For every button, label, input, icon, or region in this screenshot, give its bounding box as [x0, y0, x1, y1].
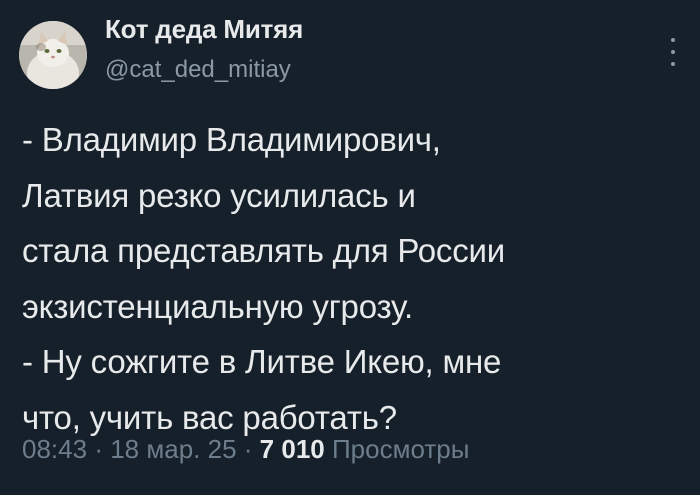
- avatar[interactable]: [19, 21, 87, 89]
- tweet-text: - Владимир Владимирович, Латвия резко ус…: [22, 112, 682, 446]
- cat-avatar-image: [19, 21, 87, 89]
- dot: [671, 62, 675, 66]
- author-handle[interactable]: @cat_ded_mitiay: [105, 56, 291, 84]
- tweet-text-line: экзистенциальную угрозу.: [22, 287, 414, 325]
- tweet-text-line: - Владимир Владимирович,: [22, 121, 441, 158]
- meta-separator: ·: [243, 434, 253, 464]
- tweet-text-line: - Ну сожгите в Литве Икею, мне: [22, 343, 502, 381]
- dot: [671, 50, 675, 54]
- tweet-text-line: Латвия резко усилилась и: [22, 176, 416, 214]
- tweet-meta: 08:43 · 18 мар. 25 · 7 010 Просмотры: [22, 434, 469, 465]
- tweet-date[interactable]: 18 мар. 25: [110, 434, 236, 464]
- views-label[interactable]: Просмотры: [332, 434, 469, 464]
- views-count[interactable]: 7 010: [260, 434, 325, 464]
- meta-separator: ·: [94, 434, 103, 464]
- tweet-time[interactable]: 08:43: [22, 434, 87, 464]
- more-vertical-icon[interactable]: [666, 38, 680, 66]
- tweet-card: Кот деда Митяя @cat_ded_mitiay - Владими…: [0, 0, 700, 495]
- author-display-name[interactable]: Кот деда Митяя: [105, 14, 303, 45]
- tweet-text-line: стала представлять для России: [22, 232, 505, 270]
- dot: [671, 38, 675, 42]
